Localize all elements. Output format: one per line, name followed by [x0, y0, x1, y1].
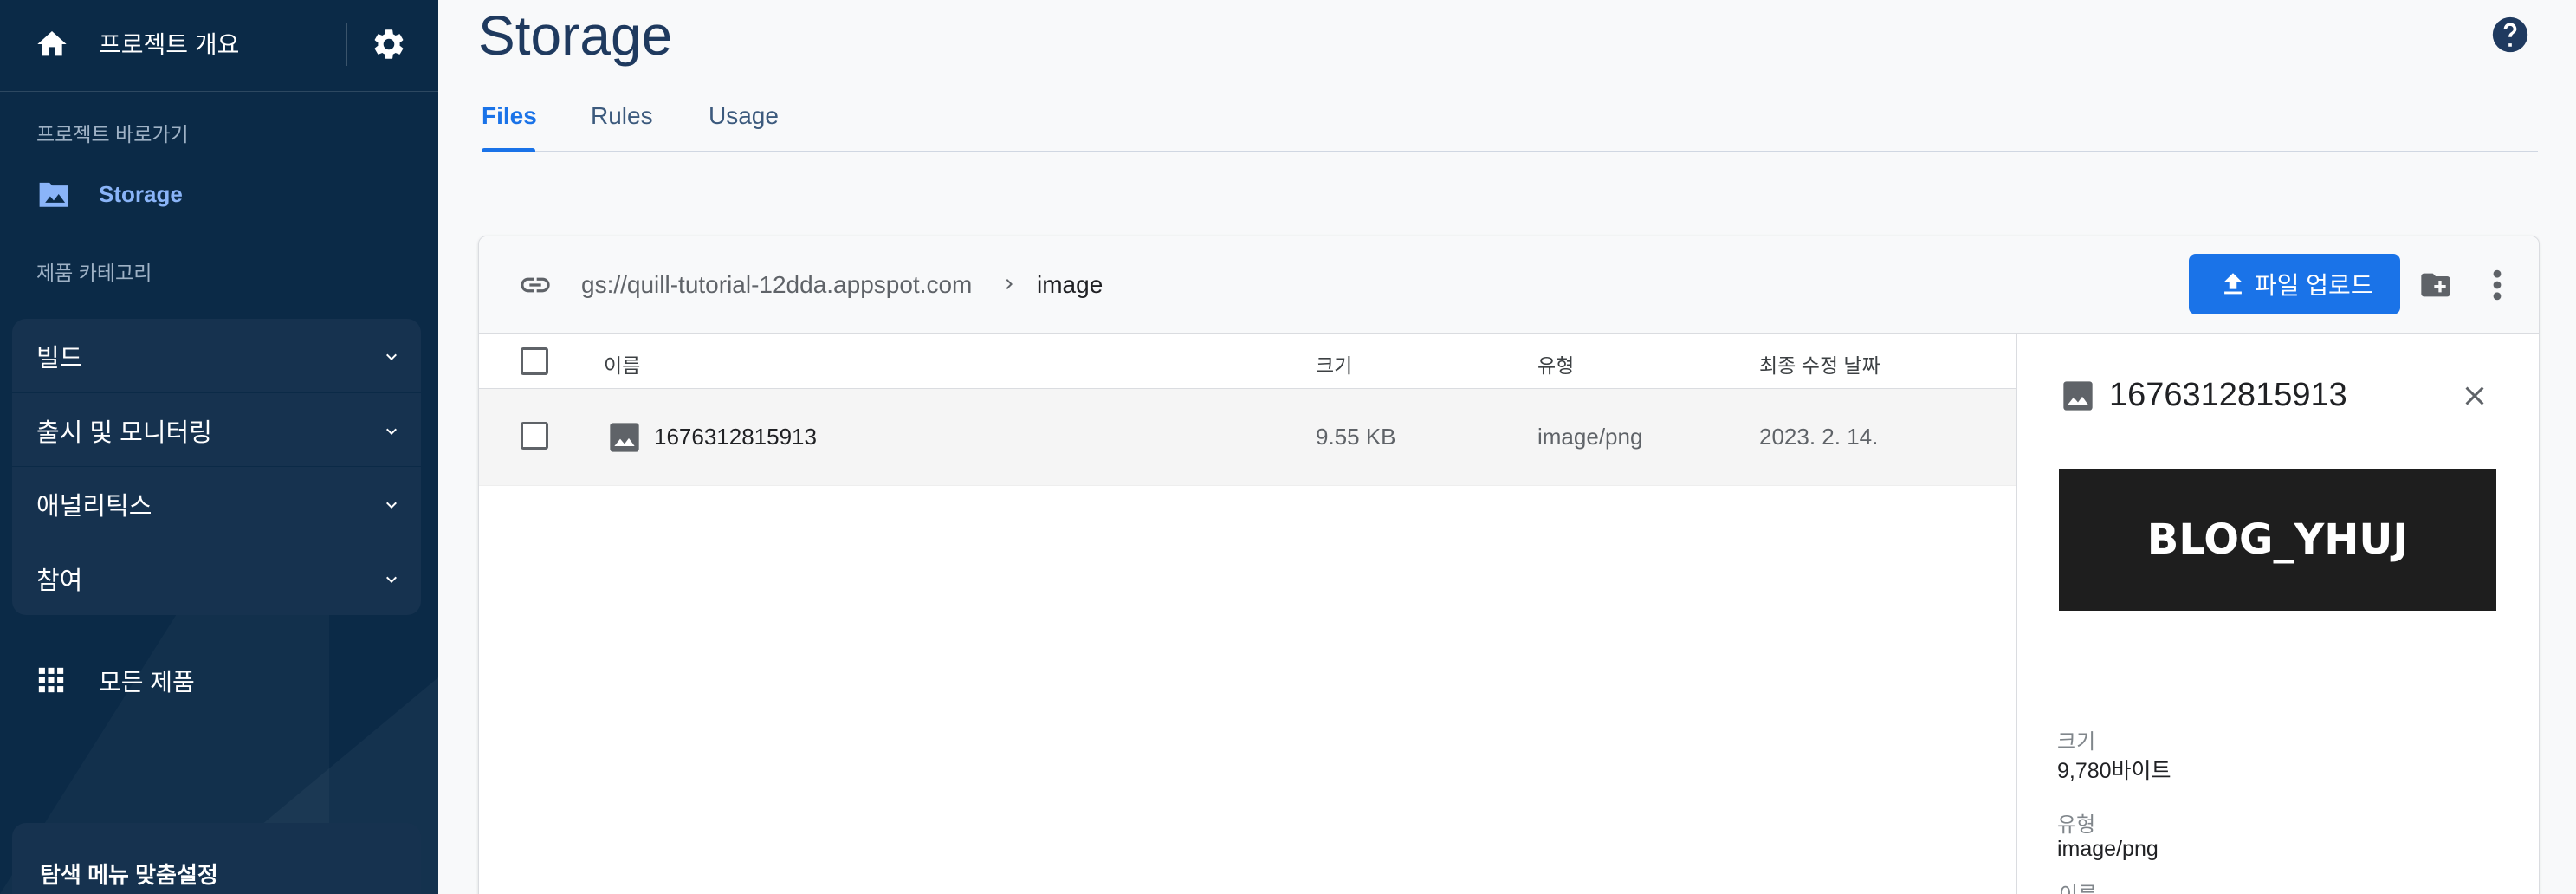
chevron-down-icon: [386, 353, 397, 360]
sidebar-item-label: 모든 제품: [99, 669, 195, 696]
sidebar-groups: 빌드 출시 및 모니터링 애널리틱스 참여: [12, 319, 421, 615]
details-name-label: 이름: [2059, 878, 2097, 894]
project-overview-link[interactable]: 프로젝트 개요: [99, 26, 239, 61]
tab-rules[interactable]: Rules: [591, 102, 653, 130]
categories-section-label: 제품 카테고리: [36, 262, 152, 284]
file-name: 1676312815913: [654, 424, 817, 450]
chevron-down-icon: [386, 576, 397, 583]
upload-file-button[interactable]: 파일 업로드: [2189, 254, 2400, 314]
details-type-label: 유형: [2057, 813, 2096, 837]
upload-icon: [2224, 273, 2242, 295]
sidebar-item-label: Storage: [99, 181, 183, 207]
image-preview: BLOG_YHUJ: [2059, 469, 2496, 611]
select-all-checkbox[interactable]: [521, 347, 548, 375]
preview-image-text: BLOG_YHUJ: [2146, 515, 2409, 564]
home-icon[interactable]: [35, 27, 69, 62]
sidebar-group-analytics[interactable]: 애널리틱스: [12, 467, 421, 541]
details-size-label: 크기: [2057, 730, 2096, 754]
shortcuts-section-label: 프로젝트 바로가기: [36, 123, 189, 146]
close-icon[interactable]: [2459, 380, 2490, 411]
file-type: image/png: [1537, 424, 1643, 450]
sidebar-item-storage[interactable]: Storage: [0, 173, 438, 220]
column-header-modified[interactable]: 최종 수정 날짜: [1759, 349, 1880, 379]
details-type-value: image/png: [2057, 837, 2159, 861]
page-title: Storage: [478, 4, 673, 67]
file-size: 9.55 KB: [1316, 424, 1396, 450]
sidebar-group-label: 빌드: [36, 345, 83, 372]
sidebar-group-label: 참여: [36, 567, 83, 595]
more-vert-icon[interactable]: [2487, 266, 2508, 304]
create-folder-icon[interactable]: [2416, 268, 2456, 302]
storage-folder-icon: [39, 182, 68, 207]
breadcrumb-bucket[interactable]: gs://quill-tutorial-12dda.appspot.com: [581, 271, 972, 299]
gear-icon[interactable]: [371, 26, 407, 62]
sidebar-group-build[interactable]: 빌드: [12, 319, 421, 393]
link-icon[interactable]: [515, 268, 555, 302]
customize-nav-label: 탐색 메뉴 맞춤설정: [40, 862, 218, 888]
column-header-name[interactable]: 이름: [604, 349, 640, 379]
upload-button-label: 파일 업로드: [2255, 272, 2373, 299]
file-toolbar: gs://quill-tutorial-12dda.appspot.com im…: [479, 236, 2539, 334]
tab-usage[interactable]: Usage: [709, 102, 779, 130]
header-divider: [346, 23, 347, 66]
image-file-icon: [610, 423, 639, 452]
details-size-value: 9,780바이트: [2057, 759, 2171, 783]
image-file-icon: [2063, 381, 2093, 411]
details-title: 1676312815913: [2109, 377, 2347, 413]
row-checkbox[interactable]: [521, 422, 548, 450]
apps-grid-icon: [38, 667, 64, 693]
chevron-right-icon: [1006, 279, 1013, 289]
tab-files[interactable]: Files: [482, 102, 537, 130]
file-browser-card: gs://quill-tutorial-12dda.appspot.com im…: [478, 236, 2540, 894]
chevron-down-icon: [386, 428, 397, 435]
tab-label: Usage: [709, 102, 779, 129]
sidebar-group-release[interactable]: 출시 및 모니터링: [12, 393, 421, 467]
file-modified: 2023. 2. 14.: [1759, 424, 1879, 450]
customize-nav-card[interactable]: 탐색 메뉴 맞춤설정: [12, 823, 421, 894]
sidebar-group-label: 출시 및 모니터링: [36, 418, 212, 447]
chevron-down-icon: [386, 502, 397, 509]
sidebar-group-label: 애널리틱스: [36, 493, 152, 521]
sidebar-item-all-products[interactable]: 모든 제품: [0, 657, 438, 705]
sidebar-header: 프로젝트 개요: [0, 0, 438, 92]
sidebar: 프로젝트 개요 프로젝트 바로가기 Storage 제품 카테고리 빌드 출시 …: [0, 0, 438, 894]
tab-label: Files: [482, 102, 537, 129]
table-header: 이름 크기 유형 최종 수정 날짜: [479, 334, 2016, 389]
help-icon[interactable]: [2491, 16, 2529, 54]
table-row[interactable]: 1676312815913 9.55 KB image/png 2023. 2.…: [479, 389, 2016, 486]
tab-label: Rules: [591, 102, 653, 129]
column-header-size[interactable]: 크기: [1316, 349, 1352, 379]
breadcrumb-folder[interactable]: image: [1037, 271, 1103, 299]
active-tab-indicator: [482, 148, 535, 152]
column-header-type[interactable]: 유형: [1537, 349, 1574, 379]
tab-bar: Files Rules Usage: [482, 87, 2538, 152]
sidebar-group-engage[interactable]: 참여: [12, 541, 421, 616]
